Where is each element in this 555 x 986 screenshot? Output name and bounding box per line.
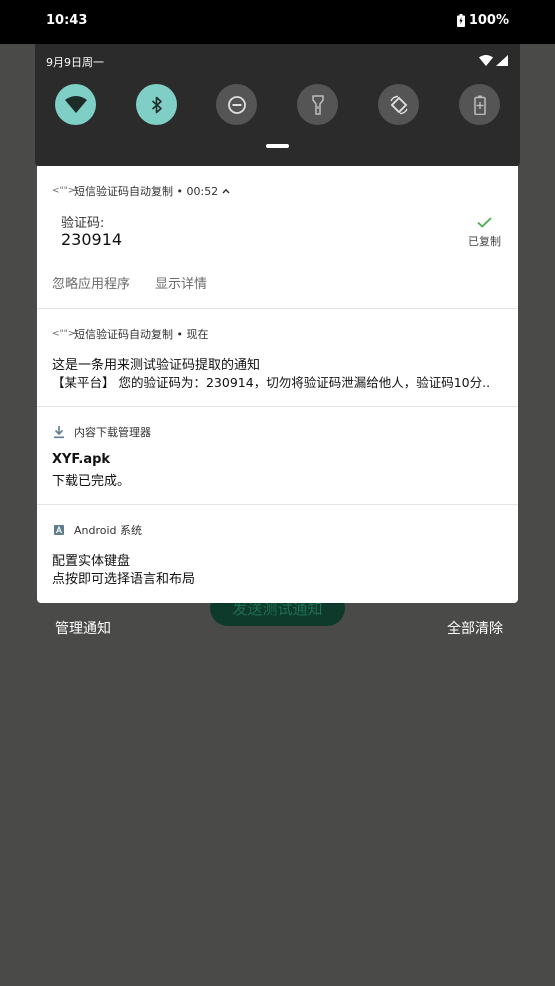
status-bar: 10:43 100%	[0, 0, 555, 44]
qs-tile-battery-saver[interactable]	[459, 84, 500, 125]
verification-code: 230914	[61, 230, 123, 249]
notification-header: 内容下载管理器	[52, 424, 151, 440]
qs-signal-indicators	[479, 55, 508, 66]
header-separator: •	[173, 184, 187, 198]
notification-list: <""> 短信验证码自动复制 • 00:52 验证码: 230914 已复制 忽…	[37, 166, 518, 603]
notification-download[interactable]: 内容下载管理器 XYF.apk 下载已完成。	[37, 407, 518, 505]
notification-text: 点按即可选择语言和布局	[52, 572, 196, 587]
battery-percent: 100%	[468, 13, 509, 28]
notification-header: Android 系统	[52, 522, 142, 538]
ignore-app-button[interactable]: 忽略应用程序	[52, 273, 130, 292]
qs-tiles-row	[35, 82, 520, 128]
flashlight-icon	[311, 94, 324, 115]
android-system-icon	[54, 525, 64, 535]
do-not-disturb-icon	[227, 95, 246, 114]
notification-time: 00:52	[186, 184, 219, 198]
notification-app-name: Android 系统	[74, 524, 143, 537]
check-icon	[477, 217, 492, 228]
notification-header: <""> 短信验证码自动复制 • 00:52	[52, 183, 230, 199]
show-details-button[interactable]: 显示详情	[155, 273, 207, 292]
bluetooth-icon	[151, 96, 162, 113]
notification-title: 这是一条用来测试验证码提取的通知	[52, 358, 261, 373]
chevron-up-icon[interactable]	[222, 188, 230, 194]
wifi-icon	[64, 96, 87, 113]
quick-settings-panel: 9月9日周一	[35, 44, 520, 166]
manage-notifications-button[interactable]: 管理通知	[55, 618, 111, 638]
notification-code-copied[interactable]: <""> 短信验证码自动复制 • 00:52 验证码: 230914 已复制 忽…	[37, 166, 518, 309]
notification-time: 现在	[186, 328, 209, 341]
clock: 10:43	[46, 13, 88, 28]
notification-text: 下载已完成。	[52, 474, 131, 489]
notification-app-name: 内容下载管理器	[74, 426, 151, 439]
qs-drag-handle[interactable]	[266, 144, 289, 148]
wifi-signal-icon	[479, 55, 493, 66]
notification-title: XYF.apk	[52, 452, 111, 467]
notification-sms-test[interactable]: <""> 短信验证码自动复制 • 现在 这是一条用来测试验证码提取的通知 【某平…	[37, 309, 518, 407]
code-label: 验证码:	[61, 216, 105, 231]
quote-icon: <"">	[52, 186, 76, 196]
download-icon	[54, 426, 64, 439]
qs-date[interactable]: 9月9日周一	[46, 54, 104, 70]
notification-title: 配置实体键盘	[52, 554, 131, 569]
quote-icon: <"">	[52, 329, 76, 339]
auto-rotate-icon	[389, 95, 408, 114]
notification-header: <""> 短信验证码自动复制 • 现在	[52, 326, 208, 342]
qs-tile-auto-rotate[interactable]	[378, 84, 419, 125]
notification-android-system[interactable]: Android 系统 配置实体键盘 点按即可选择语言和布局	[37, 505, 518, 603]
copied-status: 已复制	[468, 235, 501, 248]
qs-tile-wifi[interactable]	[55, 84, 96, 125]
battery-indicator: 100%	[456, 13, 509, 28]
notification-app-name: 短信验证码自动复制	[74, 328, 173, 341]
notification-app-name: 短信验证码自动复制	[74, 185, 173, 198]
header-separator: •	[173, 327, 187, 341]
battery-saver-icon	[473, 95, 486, 115]
qs-tile-bluetooth[interactable]	[136, 84, 177, 125]
screen: 发送测试通知 10:43 100% 9月9日周一 <""> 短信验证码自动复制 …	[0, 0, 555, 986]
notification-text: 【某平台】 您的验证码为：230914，切勿将验证码泄漏给他人，验证码10分..	[52, 375, 491, 390]
qs-tile-flashlight[interactable]	[297, 84, 338, 125]
battery-charging-icon	[456, 14, 465, 27]
clear-all-button[interactable]: 全部清除	[447, 618, 503, 638]
cell-signal-icon	[496, 55, 508, 66]
qs-tile-do-not-disturb[interactable]	[216, 84, 257, 125]
